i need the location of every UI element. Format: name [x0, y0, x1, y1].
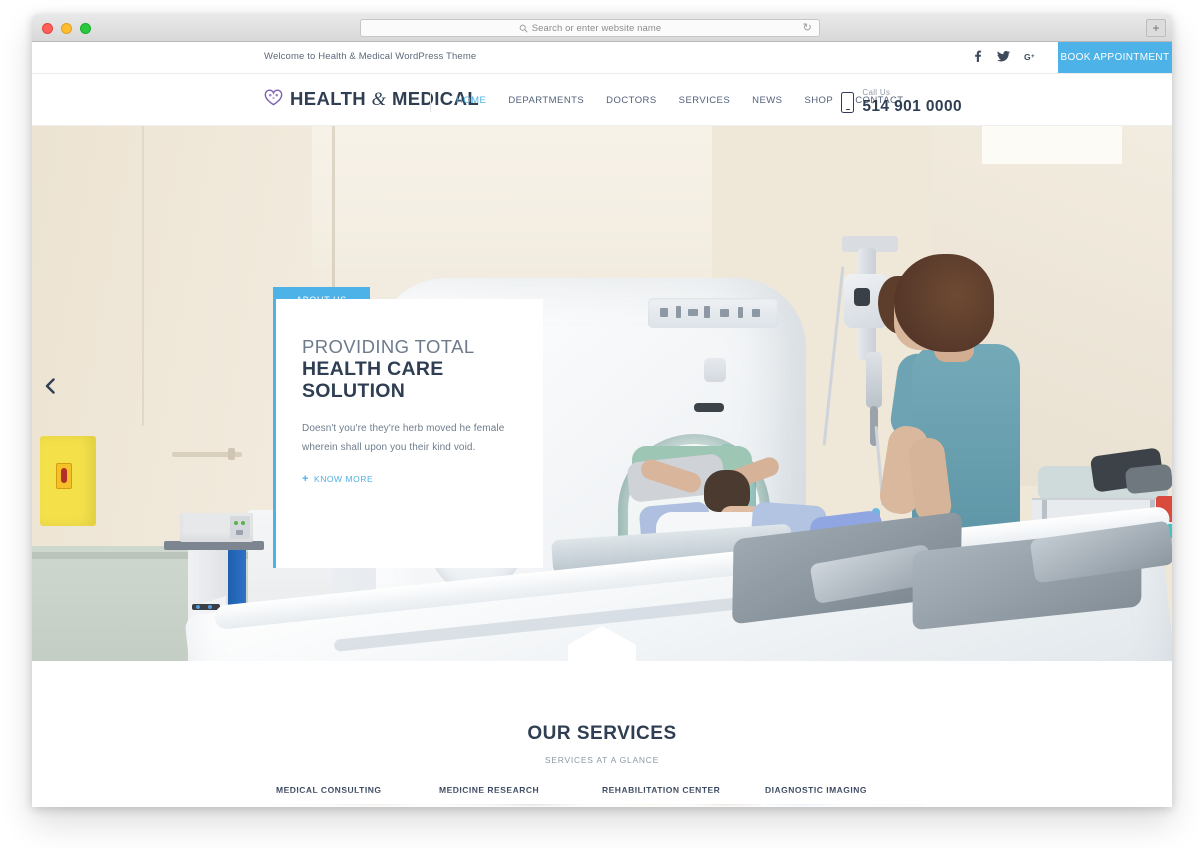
heart-cross-icon — [264, 88, 283, 111]
nav-item-shop[interactable]: SHOP — [804, 95, 833, 106]
hero-slider: ABOUT US PROVIDING TOTAL HEALTH CARE SOL… — [32, 126, 1172, 661]
mobile-phone-icon — [841, 91, 855, 113]
maximize-window-button[interactable] — [80, 23, 91, 34]
page-bottom-fade — [32, 789, 1172, 807]
svg-text:G: G — [1024, 52, 1031, 62]
social-links: G + — [972, 50, 1038, 66]
facebook-icon[interactable] — [972, 50, 983, 66]
minimize-window-button[interactable] — [61, 23, 72, 34]
nav-item-home[interactable]: HOME — [456, 95, 486, 106]
hero-title-line-1: PROVIDING TOTAL — [302, 336, 475, 357]
google-plus-icon[interactable]: G + — [1024, 51, 1038, 66]
window-traffic-lights — [42, 23, 91, 34]
hero-about-card: PROVIDING TOTAL HEALTH CARE SOLUTION Doe… — [273, 299, 543, 568]
hero-description: Doesn't you're they're herb moved he fem… — [302, 423, 505, 453]
browser-titlebar: Search or enter website name ↻ + — [32, 14, 1172, 42]
book-appointment-button[interactable]: BOOK APPOINTMENT — [1058, 42, 1172, 73]
hero-background-image — [32, 126, 1172, 661]
hero-prev-arrow[interactable] — [40, 378, 60, 398]
call-us-text: Call Us 514 901 0000 — [862, 88, 962, 116]
logo-text-1: HEALTH — [290, 88, 367, 109]
logo-ampersand: & — [371, 90, 387, 110]
new-tab-button[interactable]: + — [1146, 19, 1166, 37]
know-more-link[interactable]: + KNOW MORE — [302, 472, 374, 485]
services-title: OUR SERVICES — [527, 723, 677, 744]
address-bar[interactable]: Search or enter website name ↻ — [360, 19, 820, 37]
services-subtitle: SERVICES AT A GLANCE — [544, 755, 660, 765]
hero-title-line-2: HEALTH CARE SOLUTION — [302, 357, 444, 402]
search-icon — [519, 24, 528, 33]
logo-wordmark: HEALTH & MEDICAL — [290, 88, 479, 111]
know-more-label: KNOW MORE — [313, 474, 374, 485]
services-section: OUR SERVICES SERVICES AT A GLANCE MEDICA… — [32, 661, 1172, 807]
call-us-label: Call Us — [862, 88, 891, 97]
browser-window: Search or enter website name ↻ + Welcome… — [32, 14, 1172, 807]
reload-icon[interactable]: ↻ — [803, 23, 812, 34]
nav-item-services[interactable]: SERVICES — [679, 95, 730, 106]
plus-icon: + — [302, 472, 309, 485]
nav-item-doctors[interactable]: DOCTORS — [606, 95, 656, 106]
nav-item-news[interactable]: NEWS — [752, 95, 782, 106]
nav-item-departments[interactable]: DEPARTMENTS — [508, 95, 584, 106]
call-us-block[interactable]: Call Us 514 901 0000 — [841, 88, 962, 116]
page-viewport: Welcome to Health & Medical WordPress Th… — [32, 42, 1172, 807]
main-navigation: HOME DEPARTMENTS DOCTORS SERVICES NEWS S… — [456, 95, 904, 106]
site-header: HEALTH & MEDICAL HOME DEPARTMENTS DOCTOR… — [32, 74, 1172, 126]
address-bar-placeholder: Search or enter website name — [531, 22, 662, 34]
svg-text:+: + — [1031, 53, 1035, 60]
header-divider — [430, 92, 431, 112]
site-logo[interactable]: HEALTH & MEDICAL — [264, 88, 479, 111]
twitter-icon[interactable] — [997, 50, 1010, 66]
close-window-button[interactable] — [42, 23, 53, 34]
call-us-number: 514 901 0000 — [862, 98, 962, 115]
welcome-message: Welcome to Health & Medical WordPress Th… — [264, 51, 477, 62]
site-top-bar: Welcome to Health & Medical WordPress Th… — [32, 42, 1172, 74]
